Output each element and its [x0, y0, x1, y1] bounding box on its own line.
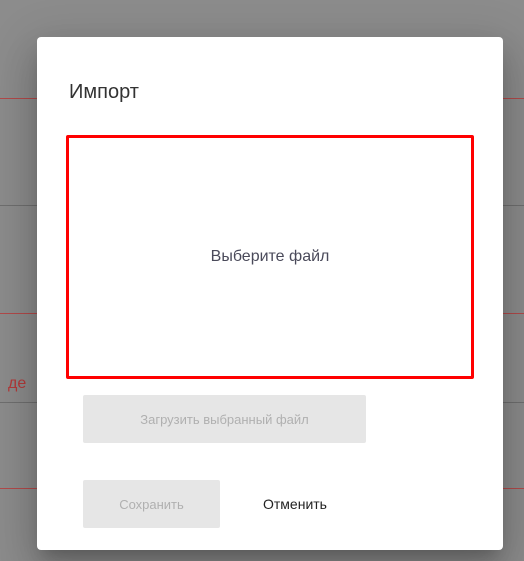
import-dialog: Импорт Выберите файл Загрузить выбранный…	[37, 37, 503, 550]
background-text: де	[8, 375, 27, 392]
upload-selected-file-button[interactable]: Загрузить выбранный файл	[83, 395, 366, 443]
dropzone-label: Выберите файл	[210, 248, 330, 265]
dialog-title: Импорт	[69, 81, 139, 103]
cancel-button[interactable]: Отменить	[235, 480, 355, 528]
file-dropzone[interactable]: Выберите файл	[66, 135, 474, 379]
save-button[interactable]: Сохранить	[83, 480, 220, 528]
